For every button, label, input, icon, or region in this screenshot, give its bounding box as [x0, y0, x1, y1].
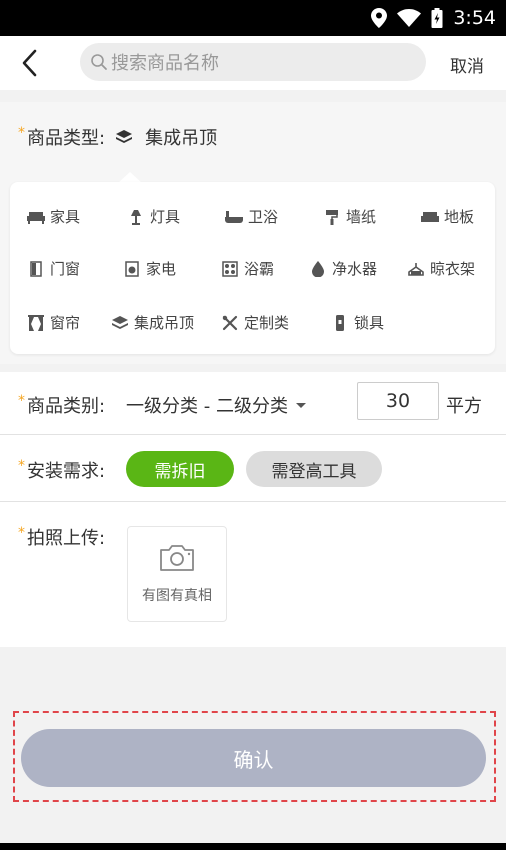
quantity-unit: 平方	[446, 396, 482, 417]
category-row: * 商品类别: 一级分类 - 二级分类 平方	[0, 372, 506, 434]
washing-machine-icon	[122, 260, 142, 277]
product-type-row[interactable]: * 商品类型: 集成吊顶	[18, 124, 217, 150]
product-type-label: 商品类型:	[27, 128, 106, 149]
type-option-lighting[interactable]: 灯具	[126, 206, 180, 227]
search-placeholder: 搜索商品名称	[111, 53, 219, 74]
camera-icon	[158, 543, 196, 577]
type-option-appliances[interactable]: 家电	[122, 258, 176, 279]
door-icon	[26, 260, 46, 277]
type-option-locks[interactable]: 锁具	[330, 312, 384, 333]
quantity-input[interactable]	[357, 382, 439, 420]
type-option-flooring[interactable]: 地板	[420, 206, 474, 227]
photo-label: 拍照上传:	[27, 528, 106, 549]
required-star: *	[18, 393, 25, 409]
water-drop-icon	[308, 260, 328, 277]
floor-icon	[420, 209, 440, 225]
photo-upload-row: * 拍照上传: 有图有真相	[0, 502, 506, 647]
status-time: 3:54	[453, 7, 496, 29]
cancel-button[interactable]: 取消	[450, 52, 484, 77]
install-row: * 安装需求: 需拆旧 需登高工具	[0, 435, 506, 501]
paint-roller-icon	[322, 209, 342, 225]
install-label: 安装需求:	[27, 461, 106, 482]
bathtub-icon	[224, 209, 244, 225]
confirm-highlight: 确认	[13, 711, 496, 802]
search-input[interactable]: 搜索商品名称	[80, 43, 426, 81]
tools-icon	[220, 315, 240, 331]
type-option-clothes-rack[interactable]: 晾衣架	[406, 258, 475, 279]
photo-upload-button[interactable]: 有图有真相	[127, 526, 227, 622]
category-label: 商品类别:	[27, 396, 106, 417]
product-type-section: * 商品类型: 集成吊顶 家具 灯具 卫浴 墙纸 地板 门窗 家电 浴霸 净水器…	[0, 102, 506, 364]
type-option-bathroom[interactable]: 卫浴	[224, 206, 278, 227]
chevron-left-icon	[22, 49, 37, 77]
wifi-icon	[397, 9, 422, 27]
type-option-doors-windows[interactable]: 门窗	[26, 258, 80, 279]
category-value: 一级分类 - 二级分类	[126, 396, 288, 417]
lamp-icon	[126, 209, 146, 225]
chip-need-ladder[interactable]: 需登高工具	[246, 451, 382, 487]
photo-upload-hint: 有图有真相	[142, 588, 212, 604]
type-option-integrated-ceiling[interactable]: 集成吊顶	[110, 312, 194, 333]
ceiling-icon	[110, 315, 130, 331]
required-star: *	[18, 525, 25, 541]
type-option-bath-heater[interactable]: 浴霸	[220, 258, 274, 279]
caret-down-icon	[295, 402, 306, 408]
location-icon	[371, 8, 388, 28]
lock-icon	[330, 314, 350, 331]
search-header: 搜索商品名称 取消	[0, 36, 506, 90]
category-label-wrap: * 商品类别:	[18, 392, 105, 418]
hanger-icon	[406, 261, 426, 277]
search-icon	[90, 53, 108, 71]
required-star: *	[18, 458, 25, 474]
ceiling-icon	[115, 129, 133, 145]
photo-label-wrap: * 拍照上传:	[18, 524, 105, 550]
curtain-icon	[26, 314, 46, 331]
type-option-furniture[interactable]: 家具	[26, 206, 80, 227]
product-type-options-panel: 家具 灯具 卫浴 墙纸 地板 门窗 家电 浴霸 净水器 晾衣架 窗帘 集成吊顶 …	[10, 182, 495, 354]
type-option-water-purifier[interactable]: 净水器	[308, 258, 377, 279]
bottom-bar	[0, 843, 506, 850]
chip-remove-old[interactable]: 需拆旧	[126, 451, 234, 487]
type-option-curtains[interactable]: 窗帘	[26, 312, 80, 333]
battery-icon	[431, 8, 443, 28]
category-dropdown[interactable]: 一级分类 - 二级分类	[126, 392, 306, 418]
install-label-wrap: * 安装需求:	[18, 457, 105, 483]
product-type-value: 集成吊顶	[145, 128, 218, 149]
product-type-selected[interactable]: 集成吊顶	[115, 124, 217, 150]
sofa-icon	[26, 209, 46, 225]
status-bar: 3:54	[0, 0, 506, 36]
type-option-custom[interactable]: 定制类	[220, 312, 289, 333]
required-star: *	[18, 125, 25, 141]
type-option-wallpaper[interactable]: 墙纸	[322, 206, 376, 227]
back-button[interactable]	[14, 46, 44, 80]
confirm-button[interactable]: 确认	[21, 729, 486, 787]
heater-icon	[220, 260, 240, 277]
